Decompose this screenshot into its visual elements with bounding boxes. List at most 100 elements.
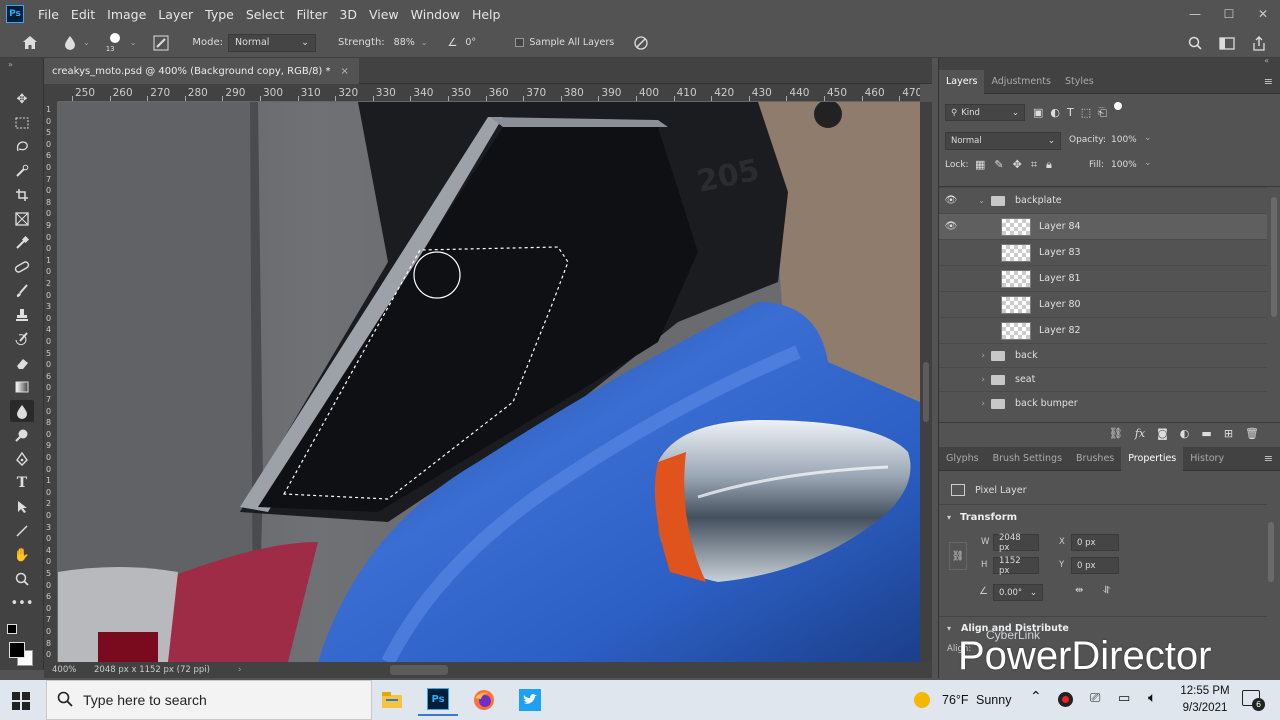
crop-tool-icon[interactable]: [10, 184, 34, 206]
adjustment-filter-icon[interactable]: ◐: [1050, 106, 1060, 120]
blur-tool-icon[interactable]: [59, 32, 81, 54]
tab-history[interactable]: History: [1183, 447, 1231, 471]
volume-icon[interactable]: 🔈︎: [1148, 690, 1156, 706]
share-icon[interactable]: [1248, 32, 1270, 54]
sample-all-layers-checkbox[interactable]: [515, 38, 525, 47]
eye-icon[interactable]: 👁︎: [939, 195, 963, 206]
pen-tool-icon[interactable]: [10, 448, 34, 470]
chevron-up-icon[interactable]: ⌃: [1030, 689, 1042, 705]
chevron-down-icon[interactable]: ▾: [947, 624, 951, 633]
weather-sun-icon[interactable]: [914, 692, 930, 708]
opacity-field[interactable]: 100%: [1111, 135, 1137, 145]
chevron-down-icon[interactable]: ⌄: [421, 38, 428, 47]
zoom-level[interactable]: 400%: [44, 665, 94, 675]
layer-row-backplate[interactable]: 👁︎ ⌄ backplate: [939, 187, 1267, 213]
tab-properties[interactable]: Properties: [1121, 446, 1184, 471]
add-mask-icon[interactable]: ◙: [1157, 427, 1168, 440]
lock-all-icon[interactable]: 🔒︎: [1046, 158, 1052, 172]
weather-temp[interactable]: 76°F: [942, 693, 969, 707]
type-tool-icon[interactable]: T: [10, 472, 34, 494]
clock-time[interactable]: 12:55 PM: [1180, 685, 1230, 697]
pressure-strength-icon[interactable]: [630, 32, 652, 54]
layers-scroll-thumb[interactable]: [1271, 197, 1277, 317]
menu-type[interactable]: Type: [199, 7, 240, 22]
type-filter-icon[interactable]: T: [1067, 106, 1074, 120]
width-field[interactable]: 2048 px: [993, 533, 1039, 553]
menu-select[interactable]: Select: [240, 7, 291, 22]
blur-tool-active-icon[interactable]: [10, 400, 34, 422]
panel-menu-icon[interactable]: ≡: [1264, 452, 1273, 465]
chevron-down-icon[interactable]: ▾: [947, 513, 951, 522]
layer-row-back-bumper[interactable]: › back bumper: [939, 391, 1267, 415]
horizontal-ruler[interactable]: 250 260 270 280 290 300 310 320 330 340 350 360 370 3…: [58, 84, 920, 102]
menu-window[interactable]: Window: [405, 7, 466, 22]
layer-row-seat[interactable]: › seat: [939, 367, 1267, 391]
default-colors-icon[interactable]: [7, 624, 17, 634]
layer-row-back[interactable]: › back: [939, 343, 1267, 367]
document-canvas[interactable]: 205: [58, 102, 920, 662]
clock-date[interactable]: 9/3/2021: [1178, 702, 1232, 714]
adjustment-layer-icon[interactable]: ◐: [1180, 427, 1190, 440]
mode-select[interactable]: Normal ⌄: [228, 33, 317, 52]
close-tab-icon[interactable]: ×: [341, 66, 349, 77]
chevron-down-icon[interactable]: ⌄: [130, 38, 137, 47]
lock-image-icon[interactable]: ✎: [994, 158, 1003, 172]
clone-stamp-tool-icon[interactable]: [10, 304, 34, 326]
weather-desc[interactable]: Sunny: [976, 693, 1011, 707]
y-field[interactable]: 0 px: [1071, 557, 1119, 574]
taskbar-search-box[interactable]: Type here to search: [46, 680, 372, 720]
menu-help[interactable]: Help: [466, 7, 507, 22]
more-tools-icon[interactable]: •••: [10, 592, 34, 614]
menu-view[interactable]: View: [363, 7, 405, 22]
foreground-color-swatch[interactable]: [9, 642, 25, 658]
lock-transparent-icon[interactable]: ▦: [975, 158, 985, 172]
new-group-icon[interactable]: ▬: [1201, 427, 1211, 440]
chevron-right-icon[interactable]: ›: [963, 375, 985, 385]
vertical-ruler[interactable]: 1050607080900102030405060708090010203040…: [44, 102, 58, 662]
dodge-tool-icon[interactable]: [10, 424, 34, 446]
tab-styles[interactable]: Styles: [1058, 70, 1101, 94]
menu-filter[interactable]: Filter: [290, 7, 333, 22]
menu-image[interactable]: Image: [101, 7, 152, 22]
brush-preset-picker[interactable]: 13: [100, 30, 130, 56]
filter-toggle-icon[interactable]: [1113, 102, 1122, 110]
menu-edit[interactable]: Edit: [65, 7, 101, 22]
meet-now-icon[interactable]: ⎚: [1090, 691, 1100, 706]
layer-row-layer-84[interactable]: 👁︎ Layer 84: [939, 213, 1267, 239]
angle-field[interactable]: 0°: [461, 37, 501, 48]
layer-row-layer-80[interactable]: Layer 80: [939, 291, 1267, 317]
photoshop-taskbar-icon[interactable]: Ps: [418, 684, 458, 716]
eyedropper-tool-icon[interactable]: [10, 232, 34, 254]
windows-start-icon[interactable]: [12, 692, 30, 713]
transform-section-title[interactable]: Transform: [960, 512, 1017, 523]
brush-settings-icon[interactable]: [150, 32, 172, 54]
close-window-button[interactable]: ✕: [1246, 0, 1280, 28]
search-icon[interactable]: [1184, 32, 1206, 54]
healing-brush-tool-icon[interactable]: [10, 256, 34, 278]
chevron-right-icon[interactable]: ›: [963, 399, 985, 409]
layer-row-layer-82[interactable]: Layer 82: [939, 317, 1267, 343]
blend-mode-select[interactable]: Normal ⌄: [945, 132, 1061, 150]
pixel-filter-icon[interactable]: ▣: [1033, 106, 1043, 120]
brush-tool-icon[interactable]: [10, 280, 34, 302]
properties-scroll-thumb[interactable]: [1268, 522, 1274, 582]
app-tray-icon[interactable]: [1058, 692, 1073, 707]
link-layers-icon[interactable]: ⛓︎: [1109, 427, 1123, 440]
filter-kind-select[interactable]: ⚲ Kind ⌄: [945, 104, 1025, 121]
quick-selection-tool-icon[interactable]: [10, 160, 34, 182]
menu-3d[interactable]: 3D: [333, 7, 363, 22]
lock-artboard-icon[interactable]: ⌗: [1031, 158, 1037, 172]
panel-menu-icon[interactable]: ≡: [1264, 75, 1273, 88]
status-menu-arrow[interactable]: ›: [238, 665, 241, 675]
tab-brush-settings[interactable]: Brush Settings: [986, 447, 1069, 471]
tab-brushes[interactable]: Brushes: [1069, 447, 1121, 471]
fx-icon[interactable]: fx: [1135, 427, 1145, 440]
eye-icon[interactable]: 👁︎: [939, 221, 963, 232]
flip-horizontal-icon[interactable]: ⇹: [1075, 585, 1083, 596]
path-selection-tool-icon[interactable]: [10, 496, 34, 518]
file-explorer-icon[interactable]: [372, 684, 412, 716]
maximize-button[interactable]: ☐: [1212, 0, 1246, 28]
link-dimensions-icon[interactable]: ⛓︎: [949, 542, 967, 570]
x-field[interactable]: 0 px: [1071, 534, 1119, 551]
notifications-icon[interactable]: 6: [1242, 690, 1265, 711]
